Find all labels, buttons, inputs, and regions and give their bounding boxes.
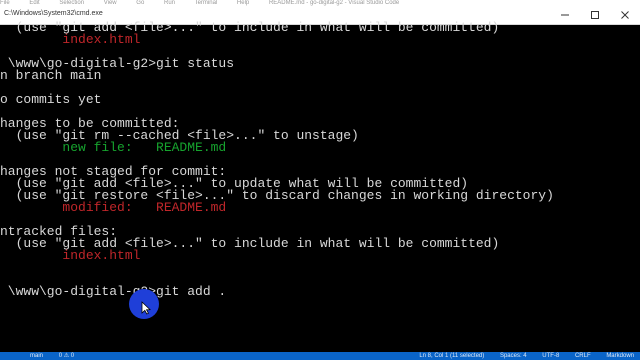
close-icon [621,11,629,19]
menu-go: Go [136,0,145,6]
menu-file: File [0,0,10,6]
minimize-button[interactable] [550,7,580,23]
console-line: n branch main [0,68,102,83]
console-output[interactable]: (use "git add <file>..." to include in w… [0,21,640,352]
console-line: \www\go-digital-g2>git add . [0,284,227,299]
language-mode[interactable]: Markdown [606,353,634,359]
menu-edit: Edit [29,0,40,6]
window-title: C:\Windows\System32\cmd.exe [4,10,103,17]
problems-indicator[interactable]: 0 ⚠ 0 [59,353,74,359]
status-bar-left: main 0 ⚠ 0 [30,352,74,360]
line-ending[interactable]: CRLF [575,353,591,359]
status-bar: main 0 ⚠ 0 Ln 8, Col 1 (11 selected) Spa… [0,352,640,360]
window-controls [550,7,640,23]
console-line: modified: README.md [0,200,227,215]
minimize-icon [561,14,569,16]
maximize-button[interactable] [580,7,610,23]
close-button[interactable] [610,7,640,23]
status-bar-right: Ln 8, Col 1 (11 selected) Spaces: 4 UTF-… [405,352,634,360]
background-app-menu: File Edit Selection View Go Run Terminal… [0,0,640,8]
encoding[interactable]: UTF-8 [542,353,559,359]
console-line: index.html [0,32,141,47]
menu-run: Run [163,0,175,6]
branch-indicator[interactable]: main [30,353,43,359]
menu-terminal: Terminal [194,0,218,6]
console-line: o commits yet [0,92,102,107]
maximize-icon [591,11,599,19]
menu-selection: Selection [59,0,85,6]
console-line: index.html [0,248,141,263]
cursor-position[interactable]: Ln 8, Col 1 (11 selected) [419,353,484,359]
menu-view: View [103,0,117,6]
mouse-pointer-icon [141,301,151,315]
menu-help: Help [236,0,250,6]
cmd-window: File Edit Selection View Go Run Terminal… [0,0,640,360]
indentation[interactable]: Spaces: 4 [500,353,527,359]
console-line: new file: README.md [0,140,227,155]
background-window-title: README.md - go-digital-g2 - Visual Studi… [268,0,400,6]
